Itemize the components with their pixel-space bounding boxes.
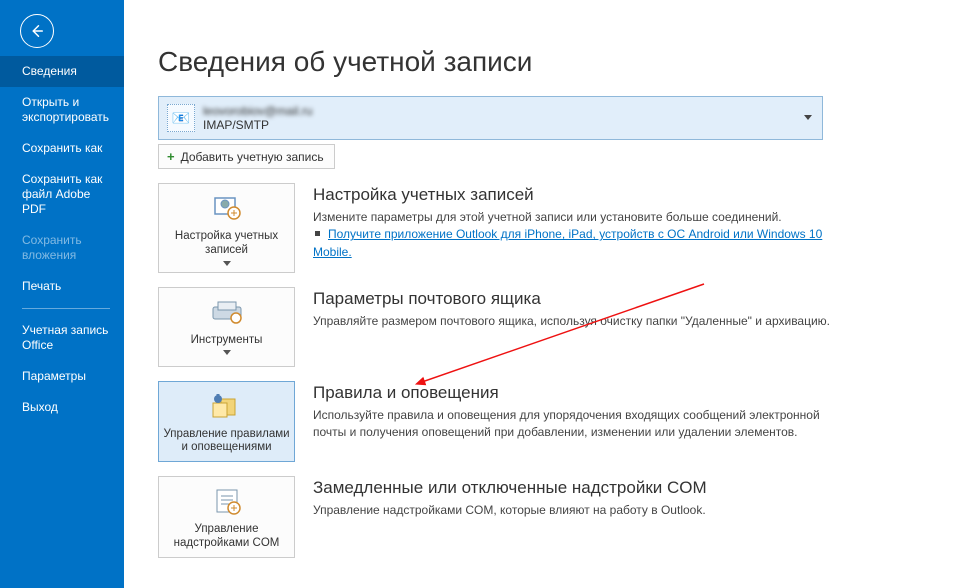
tile-icon xyxy=(207,298,247,328)
sidebar-item[interactable]: Сведения xyxy=(0,56,124,87)
section-description: Управляйте размером почтового ящика, исп… xyxy=(313,313,833,330)
sidebar-item[interactable]: Параметры xyxy=(0,361,124,392)
section: Настройка учетных записейНастройка учетн… xyxy=(158,183,928,273)
section-title: Параметры почтового ящика xyxy=(313,289,833,309)
chevron-down-icon xyxy=(223,350,231,355)
add-account-button[interactable]: + Добавить учетную запись xyxy=(158,144,335,169)
tile-icon xyxy=(207,487,247,517)
section: Инструменты Параметры почтового ящика Упра… xyxy=(158,287,928,367)
sidebar-item[interactable]: Печать xyxy=(0,271,124,302)
mailbox-icon: 📧 xyxy=(167,104,195,132)
tile-label: Управление надстройками COM xyxy=(163,523,290,551)
section-description: Используйте правила и оповещения для упо… xyxy=(313,407,833,442)
sidebar-separator xyxy=(22,308,110,309)
account-protocol: IMAP/SMTP xyxy=(203,118,313,132)
sidebar-item: Сохранить вложения xyxy=(0,225,124,271)
section-title: Настройка учетных записей xyxy=(313,185,833,205)
app-download-link[interactable]: Получите приложение Outlook для iPhone, … xyxy=(313,227,822,258)
chevron-down-icon xyxy=(223,261,231,266)
account-selector[interactable]: 📧 leovorobiov@mail.ru IMAP/SMTP xyxy=(158,96,823,140)
backstage-sidebar: СведенияОткрыть и экспортироватьСохранит… xyxy=(0,0,124,588)
add-account-label: Добавить учетную запись xyxy=(181,150,324,164)
section: Управление правилами и оповещениями Прави… xyxy=(158,381,928,463)
tile-label: Настройка учетных записей xyxy=(163,230,290,258)
section: Управление надстройками COM Замедленные и… xyxy=(158,476,928,558)
section-tile[interactable]: Настройка учетных записей xyxy=(158,183,295,273)
tile-icon xyxy=(207,392,247,422)
section-tile[interactable]: Управление надстройками COM xyxy=(158,476,295,558)
bullet-icon xyxy=(315,231,320,236)
tile-label: Инструменты xyxy=(191,334,263,348)
section-tile[interactable]: Управление правилами и оповещениями xyxy=(158,381,295,463)
section-text: Параметры почтового ящика Управляйте разм… xyxy=(313,287,833,367)
section-text: Правила и оповещения Используйте правила … xyxy=(313,381,833,463)
sidebar-item[interactable]: Сохранить как xyxy=(0,133,124,164)
sidebar-item[interactable]: Учетная запись Office xyxy=(0,315,124,361)
page-title: Сведения об учетной записи xyxy=(158,46,928,78)
chevron-down-icon xyxy=(804,115,812,120)
section-title: Правила и оповещения xyxy=(313,383,833,403)
sidebar-item[interactable]: Выход xyxy=(0,392,124,423)
section-tile[interactable]: Инструменты xyxy=(158,287,295,367)
section-description: Управление надстройками COM, которые вли… xyxy=(313,502,833,519)
plus-icon: + xyxy=(167,149,175,164)
account-email: leovorobiov@mail.ru xyxy=(203,104,313,118)
section-text: Настройка учетных записей Измените параме… xyxy=(313,183,833,273)
sidebar-item[interactable]: Открыть и экспортировать xyxy=(0,87,124,133)
tile-icon xyxy=(207,194,247,224)
section-description: Измените параметры для этой учетной запи… xyxy=(313,209,833,226)
section-text: Замедленные или отключенные надстройки C… xyxy=(313,476,833,558)
main-content: Сведения об учетной записи 📧 leovorobiov… xyxy=(124,0,960,588)
tile-label: Управление правилами и оповещениями xyxy=(163,428,290,456)
section-title: Замедленные или отключенные надстройки C… xyxy=(313,478,833,498)
arrow-left-icon xyxy=(28,22,46,40)
back-button[interactable] xyxy=(20,14,54,48)
sidebar-item[interactable]: Сохранить как файл Adobe PDF xyxy=(0,164,124,225)
